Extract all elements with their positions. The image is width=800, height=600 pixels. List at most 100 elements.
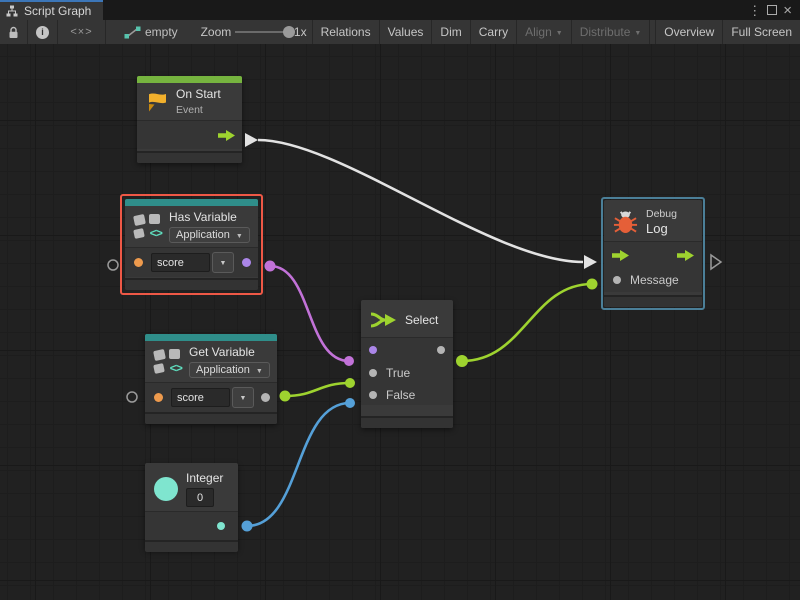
wire-start-arrow	[245, 133, 258, 147]
condition-row	[361, 337, 453, 362]
event-stripe	[137, 76, 242, 83]
relations-button[interactable]: Relations	[313, 20, 379, 44]
node-footer	[604, 295, 702, 307]
wire-getvariable-to-true[interactable]	[285, 383, 350, 396]
graph-pointer-icon	[124, 26, 141, 39]
carry-button[interactable]: Carry	[471, 20, 516, 44]
value-output-row	[145, 511, 238, 540]
node-footer	[361, 416, 453, 428]
flow-output-port[interactable]	[677, 250, 694, 261]
variable-name-dropdown-button[interactable]: ▼	[232, 387, 254, 408]
condition-input-port[interactable]	[369, 346, 377, 354]
false-label: False	[386, 388, 415, 402]
wire-endpoint	[587, 279, 598, 290]
variables-icon: <>	[134, 214, 161, 239]
selection-output-port[interactable]	[437, 346, 445, 354]
node-header: On Start Event	[137, 83, 242, 120]
integer-value-field[interactable]: 0	[186, 488, 214, 507]
menu-icon[interactable]: ⋮	[748, 4, 761, 17]
flow-input-port[interactable]	[612, 250, 629, 261]
node-header: Integer 0	[145, 463, 238, 511]
variable-scope-dropdown[interactable]: Application ▼	[169, 227, 250, 243]
info-icon: i	[36, 26, 49, 39]
wire-select-to-message[interactable]	[462, 284, 592, 361]
false-input-port[interactable]	[369, 391, 377, 399]
code-preview-button[interactable]: <×>	[58, 20, 105, 44]
true-input-port[interactable]	[369, 369, 377, 377]
variable-scope-dropdown[interactable]: Application ▼	[189, 362, 270, 378]
variable-name-dropdown-button[interactable]: ▼	[212, 252, 234, 273]
graph-toolbar: i <×> empty Zoom 1x Relations Values Dim	[0, 20, 800, 45]
integer-literal-icon	[154, 477, 178, 501]
true-row: True	[361, 362, 453, 384]
node-title: Get Variable	[189, 345, 270, 359]
info-button[interactable]: i	[28, 20, 57, 44]
node-footer	[145, 412, 277, 424]
selection-status-label: empty	[145, 25, 178, 39]
maximize-icon[interactable]	[767, 5, 777, 15]
node-integer[interactable]: Integer 0	[145, 463, 238, 550]
unconnected-flow-triangle[interactable]	[711, 255, 721, 269]
chevron-down-icon: ▼	[634, 30, 641, 37]
close-icon[interactable]: ×	[783, 3, 792, 18]
true-label: True	[386, 366, 410, 380]
wire-endpoint	[265, 261, 276, 272]
flow-output-row	[137, 120, 242, 149]
unconnected-port-ring[interactable]	[127, 392, 137, 402]
window-controls: ⋮ ×	[748, 0, 800, 20]
variable-stripe	[125, 199, 258, 206]
variable-name-field[interactable]: score	[171, 388, 230, 407]
wire-endpoint	[456, 355, 468, 367]
node-subtitle: Event	[176, 104, 221, 116]
node-get-variable[interactable]: <> Get Variable Application ▼ score ▼	[145, 334, 277, 424]
node-footer	[137, 151, 242, 163]
toolbar-separator	[105, 20, 106, 44]
lock-icon	[8, 26, 19, 39]
chevron-down-icon: ▼	[256, 368, 263, 375]
wire-hasvariable-to-select[interactable]	[270, 266, 349, 361]
overview-button[interactable]: Overview	[656, 20, 722, 44]
fullscreen-button[interactable]: Full Screen	[723, 20, 800, 44]
bool-output-port[interactable]	[242, 258, 251, 267]
message-input-port[interactable]	[613, 276, 621, 284]
int-output-port[interactable]	[217, 522, 225, 530]
node-title: Has Variable	[169, 210, 250, 224]
dim-button[interactable]: Dim	[432, 20, 469, 44]
node-header: Debug Log	[604, 200, 702, 241]
zoom-label: Zoom	[201, 25, 232, 39]
node-select[interactable]: Select True False	[361, 300, 453, 428]
node-has-variable[interactable]: <> Has Variable Application ▼ score ▼	[125, 199, 258, 290]
flow-output-port[interactable]	[218, 130, 235, 141]
tab-title: Script Graph	[24, 4, 91, 18]
node-title: Log	[646, 221, 677, 236]
node-footer	[125, 278, 258, 290]
unconnected-port-ring[interactable]	[108, 260, 118, 270]
graph-canvas[interactable]: On Start Event <>	[0, 44, 800, 600]
wire-onstart-to-log[interactable]	[258, 140, 583, 262]
node-on-start[interactable]: On Start Event	[137, 76, 242, 163]
node-header: <> Get Variable Application ▼	[145, 341, 277, 382]
chevron-down-icon: ▼	[236, 233, 243, 240]
node-debug-log[interactable]: Debug Log Message	[604, 200, 702, 307]
node-title: Integer	[186, 471, 223, 485]
zoom-slider-handle[interactable]	[283, 26, 295, 38]
false-row: False	[361, 384, 453, 405]
name-input-port[interactable]	[154, 393, 163, 402]
flow-row	[604, 241, 702, 268]
align-button: Align ▼	[517, 20, 571, 44]
node-footer	[145, 540, 238, 552]
node-header: <> Has Variable Application ▼	[125, 206, 258, 247]
variable-stripe	[145, 334, 277, 341]
focus-outline: Debug Log Message	[601, 197, 705, 310]
tab-bar: Script Graph ⋮ ×	[0, 0, 800, 20]
name-input-port[interactable]	[134, 258, 143, 267]
values-button[interactable]: Values	[380, 20, 432, 44]
value-output-port[interactable]	[261, 393, 270, 402]
message-row: Message	[604, 268, 702, 292]
variable-name-field[interactable]: score	[151, 253, 210, 272]
message-label: Message	[630, 273, 679, 287]
chevron-down-icon: ▼	[556, 30, 563, 37]
zoom-slider[interactable]	[235, 31, 290, 33]
lock-button[interactable]	[0, 20, 27, 44]
tab-script-graph[interactable]: Script Graph	[0, 0, 103, 20]
